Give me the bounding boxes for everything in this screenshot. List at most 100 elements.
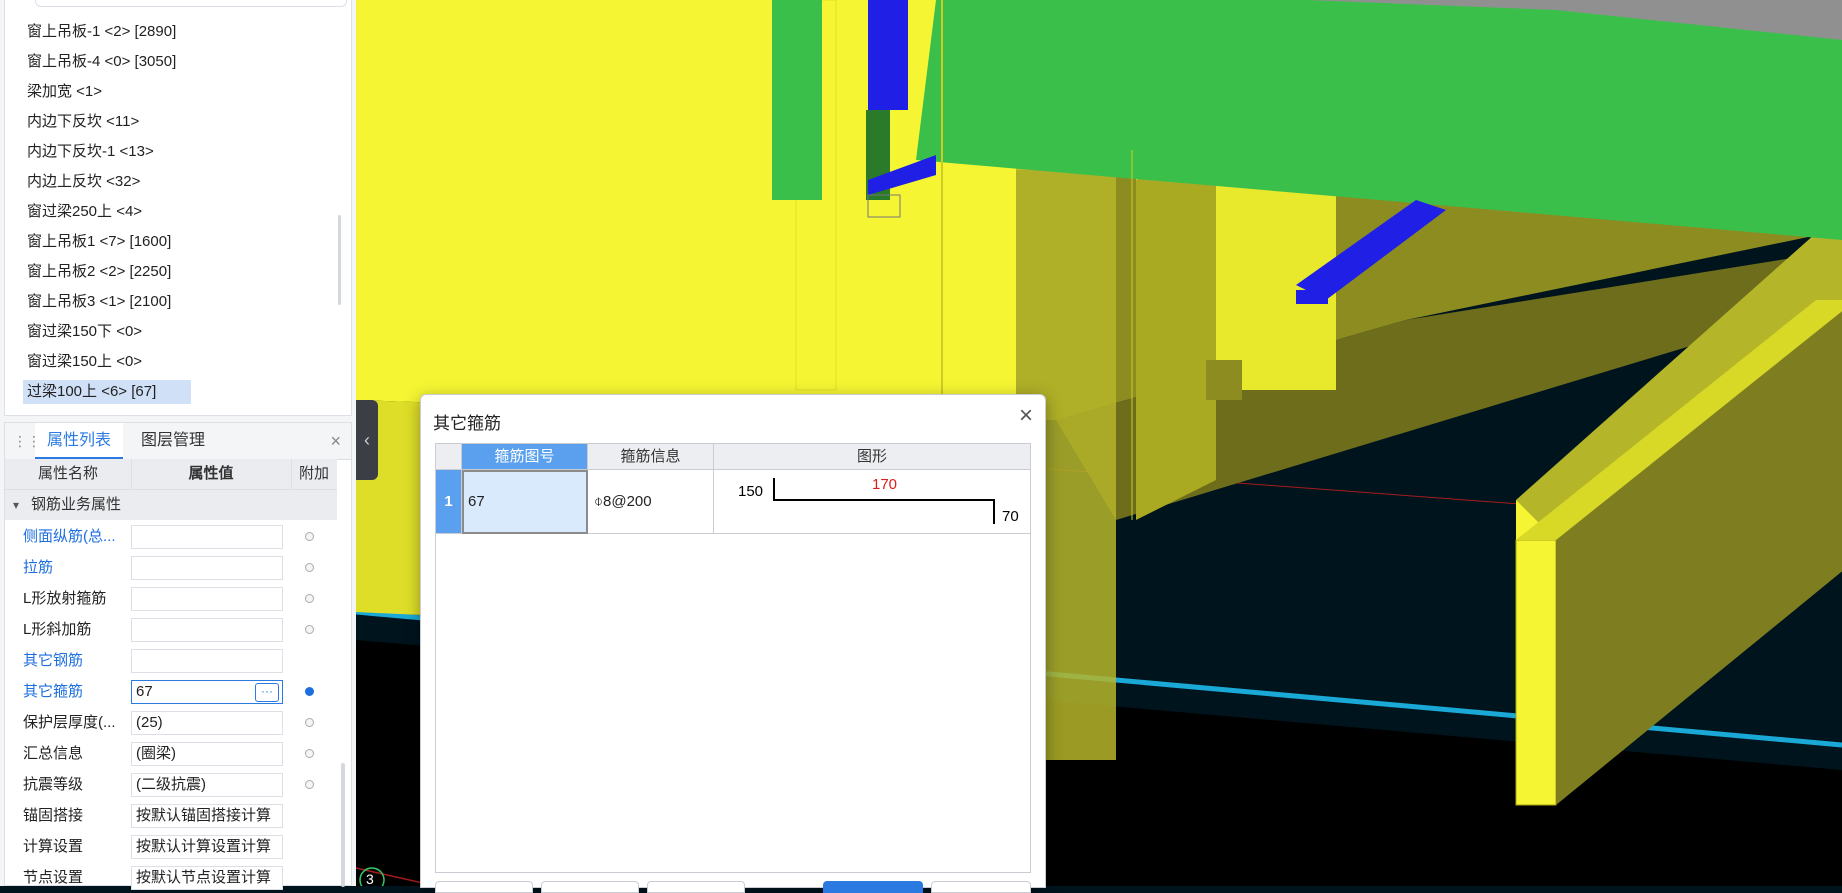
property-value-input[interactable]: [131, 556, 283, 580]
property-row: 计算设置 按默认计算设置计算: [5, 831, 337, 862]
row-header-corner[interactable]: [436, 444, 462, 470]
tree-item[interactable]: 内边下反坎-1 <13>: [23, 140, 158, 164]
property-row: 拉筋: [5, 552, 337, 583]
dialog-buttons: [435, 881, 1031, 893]
property-table-header: 属性名称 属性值 附加: [5, 459, 337, 490]
property-value-input[interactable]: (25): [131, 711, 283, 735]
property-name: 汇总信息: [23, 745, 84, 762]
property-name: 其它钢筋: [23, 652, 84, 669]
more-options-button[interactable]: ···: [255, 683, 279, 702]
tree-item[interactable]: 窗过梁250上 <4>: [23, 200, 146, 224]
shape-dim-right: 70: [1002, 508, 1019, 525]
stirrup-table: 箍筋图号 箍筋信息 图形 1 67 ⌽8@200 150 170 70: [435, 443, 1031, 873]
property-row: L形斜加筋: [5, 614, 337, 645]
column-header-info[interactable]: 箍筋信息: [588, 444, 714, 470]
extra-radio[interactable]: [305, 780, 314, 789]
property-name: 节点设置: [23, 869, 84, 886]
column-header-code[interactable]: 箍筋图号: [462, 444, 588, 470]
header-value: 属性值: [131, 459, 292, 489]
tree-item[interactable]: 梁加宽 <1>: [23, 80, 106, 104]
cell-code[interactable]: 67: [462, 470, 588, 534]
extra-radio[interactable]: [305, 563, 314, 572]
tree-item[interactable]: 窗上吊板2 <2> [2250]: [23, 260, 175, 284]
row-number[interactable]: 1: [436, 470, 462, 534]
search-box-edge[interactable]: [35, 0, 347, 7]
property-value-text: 67: [136, 683, 153, 700]
property-name: L形放射箍筋: [23, 590, 107, 607]
tree-item[interactable]: 窗过梁150下 <0>: [23, 320, 146, 344]
delete-button[interactable]: [541, 881, 639, 893]
tab-property-list[interactable]: 属性列表: [35, 423, 124, 459]
tab-layer-manage[interactable]: 图层管理: [129, 423, 217, 459]
dialog-close-icon[interactable]: ×: [1019, 403, 1033, 429]
property-name: 拉筋: [23, 559, 54, 576]
property-name: 计算设置: [23, 838, 84, 855]
tree-item[interactable]: 窗上吊板-4 <0> [3050]: [23, 50, 180, 74]
property-tabbar: ⋮⋮ 属性列表 图层管理 ×: [5, 423, 351, 460]
clear-button[interactable]: [647, 881, 745, 893]
property-name: 锚固搭接: [23, 807, 84, 824]
property-row: 节点设置 按默认节点设置计算: [5, 862, 337, 893]
component-tree: 窗上吊板-1 <2> [2890] 窗上吊板-4 <0> [3050] 梁加宽 …: [4, 0, 352, 416]
tree-item[interactable]: 窗上吊板-1 <2> [2890]: [23, 20, 180, 44]
dialog-title: 其它箍筋: [433, 414, 501, 433]
cancel-button[interactable]: [931, 881, 1031, 893]
property-row: 抗震等级 (二级抗震): [5, 769, 337, 800]
collapse-caret-icon[interactable]: ▾: [13, 490, 19, 520]
property-value-input[interactable]: (圈梁): [131, 742, 283, 766]
property-value-input[interactable]: 按默认节点设置计算: [131, 866, 283, 890]
tree-item[interactable]: 窗过梁150上 <0>: [23, 350, 146, 374]
property-row: 汇总信息 (圈梁): [5, 738, 337, 769]
close-icon[interactable]: ×: [330, 423, 341, 459]
tree-item-selected[interactable]: 过梁100上 <6> [67]: [23, 380, 191, 404]
axis-label: 3: [366, 871, 374, 886]
insert-button[interactable]: [435, 881, 533, 893]
cell-shape[interactable]: 150 170 70: [714, 470, 1030, 534]
tree-item[interactable]: 窗上吊板1 <7> [1600]: [23, 230, 175, 254]
extra-radio[interactable]: [305, 749, 314, 758]
tree-item[interactable]: 内边下反坎 <11>: [23, 110, 143, 134]
property-name: 其它箍筋: [23, 683, 84, 700]
ok-button[interactable]: [823, 881, 923, 893]
property-name: 侧面纵筋(总...: [23, 528, 116, 545]
property-row: L形放射箍筋: [5, 583, 337, 614]
header-extra: 附加: [298, 465, 329, 482]
drag-grip-icon[interactable]: ⋮⋮: [13, 431, 41, 451]
property-row: 侧面纵筋(总...: [5, 521, 337, 552]
tree-scrollbar[interactable]: [338, 215, 341, 305]
tree-item[interactable]: 窗上吊板3 <1> [2100]: [23, 290, 175, 314]
property-name: 保护层厚度(...: [23, 714, 116, 731]
property-value-input[interactable]: [131, 587, 283, 611]
other-stirrup-dialog: 其它箍筋 × 箍筋图号 箍筋信息 图形 1 67 ⌽8@200 150 170 …: [420, 394, 1046, 893]
property-value-input[interactable]: [131, 618, 283, 642]
shape-dim-left: 150: [738, 483, 764, 500]
property-value-input-active[interactable]: 67 ···: [131, 680, 283, 704]
column-header-shape[interactable]: 图形: [714, 444, 1030, 470]
extra-radio[interactable]: [305, 625, 314, 634]
header-name: 属性名称: [5, 459, 132, 489]
extra-radio-checked[interactable]: [305, 687, 314, 696]
property-scrollbar[interactable]: [341, 763, 345, 887]
extra-radio[interactable]: [305, 718, 314, 727]
property-value-input[interactable]: (二级抗震): [131, 773, 283, 797]
property-name: 抗震等级: [23, 776, 84, 793]
property-row: 其它钢筋: [5, 645, 337, 676]
property-name: L形斜加筋: [23, 621, 92, 638]
property-row-selected: 其它箍筋 67 ···: [5, 676, 337, 707]
extra-radio[interactable]: [305, 532, 314, 541]
property-value-input[interactable]: 按默认计算设置计算: [131, 835, 283, 859]
property-value-input[interactable]: [131, 525, 283, 549]
property-panel: ⋮⋮ 属性列表 图层管理 × 属性名称 属性值 附加 ▾ 钢筋业务属性 侧面纵筋…: [4, 422, 352, 890]
collapse-panel-button[interactable]: ‹: [356, 400, 378, 480]
property-row: 锚固搭接 按默认锚固搭接计算: [5, 800, 337, 831]
property-row: 保护层厚度(... (25): [5, 707, 337, 738]
extra-radio[interactable]: [305, 594, 314, 603]
property-value-input[interactable]: 按默认锚固搭接计算: [131, 804, 283, 828]
cell-info[interactable]: ⌽8@200: [588, 470, 714, 534]
tree-item[interactable]: 内边上反坎 <32>: [23, 170, 144, 194]
group-title: 钢筋业务属性: [31, 496, 122, 513]
property-value-input[interactable]: [131, 649, 283, 673]
shape-dim-top: 170: [872, 476, 898, 493]
left-panel: 窗上吊板-1 <2> [2890] 窗上吊板-4 <0> [3050] 梁加宽 …: [0, 0, 356, 890]
property-group[interactable]: ▾ 钢筋业务属性: [5, 490, 337, 520]
